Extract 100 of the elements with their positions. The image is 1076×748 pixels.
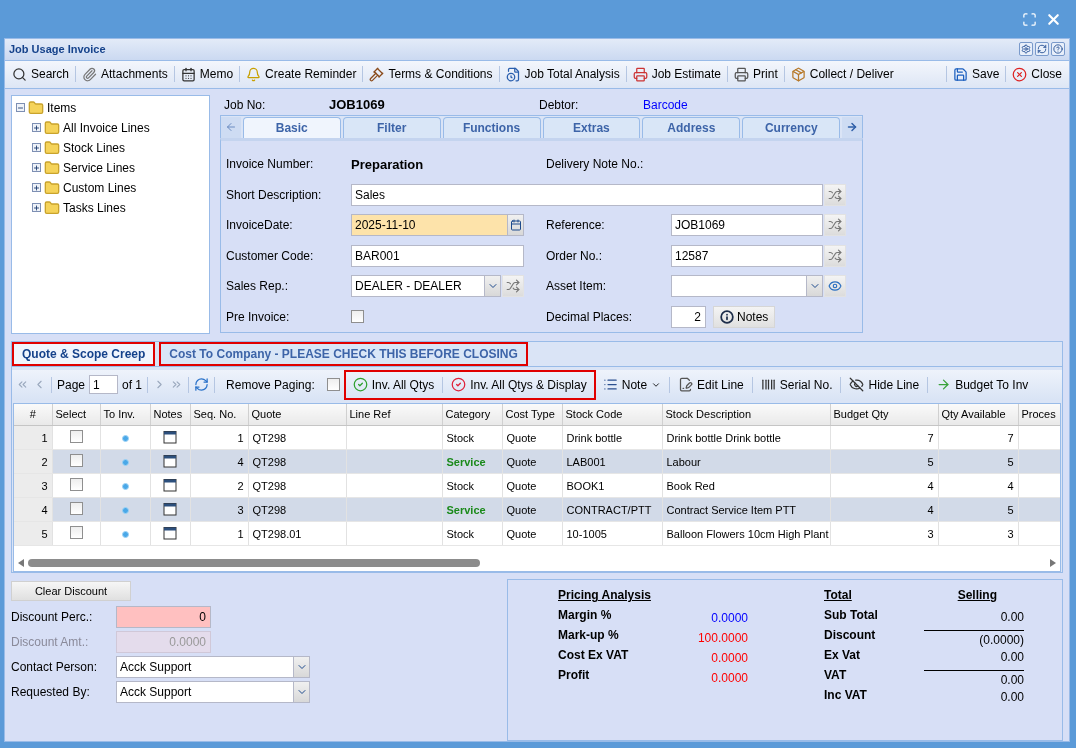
checkbox[interactable] — [69, 478, 83, 492]
toolbar-button[interactable]: Note — [599, 375, 665, 395]
checkbox[interactable] — [326, 378, 340, 392]
toolbar-button[interactable]: Job Estimate — [627, 64, 727, 84]
toolbar-button[interactable]: Inv. All Qtys — [349, 375, 438, 395]
column-header[interactable]: Category — [442, 403, 502, 426]
scroll-left-icon[interactable] — [18, 559, 24, 568]
checkbox[interactable] — [69, 454, 83, 468]
shuffle-icon[interactable] — [824, 214, 846, 237]
number-field[interactable]: 0 — [116, 606, 211, 629]
column-header[interactable]: Proces — [1018, 403, 1060, 426]
dropdown-icon[interactable] — [484, 276, 500, 297]
column-header[interactable]: Stock Code — [562, 403, 662, 426]
debtor-link[interactable]: Barcode — [643, 97, 863, 112]
notes-icon[interactable] — [163, 429, 177, 444]
maximize-icon[interactable] — [1022, 11, 1037, 27]
tab[interactable]: Basic — [242, 116, 341, 138]
scroll-right-icon[interactable] — [842, 116, 862, 138]
table-row[interactable]: 2 4 QT298 Service Quote LAB001 Labour 5 5 — [14, 449, 1060, 474]
number-field[interactable]: 2 — [671, 305, 706, 328]
text-field[interactable]: Sales — [351, 183, 823, 206]
toolbar-button[interactable]: Print — [729, 64, 783, 84]
tree-item[interactable]: Items — [47, 100, 77, 115]
scroll-right-icon[interactable] — [1050, 559, 1056, 568]
column-header[interactable]: Line Ref — [346, 403, 442, 426]
checkbox[interactable] — [69, 526, 83, 540]
toolbar-button[interactable]: Attachments — [77, 64, 173, 84]
checkbox[interactable] — [69, 502, 83, 516]
page-field[interactable]: 1 — [89, 375, 119, 395]
table-row[interactable]: 5 1 QT298.01 Stock Quote 10-1005 Balloon Flowers 10cm High Plant 3 3 — [14, 521, 1060, 546]
column-header[interactable]: # — [14, 403, 52, 426]
table-row[interactable]: 4 3 QT298 Service Quote CONTRACT/PTT Contract Service Item PTT 4 5 — [14, 497, 1060, 522]
column-header[interactable]: Seq. No. — [190, 403, 248, 426]
text-field[interactable]: BAR001 — [351, 244, 524, 267]
checkbox[interactable] — [351, 310, 364, 324]
toolbar-button[interactable]: Job Total Analysis — [500, 64, 625, 84]
select-field[interactable]: DEALER - DEALER — [351, 275, 501, 298]
tab[interactable]: Extras — [542, 116, 641, 138]
toolbar-button[interactable]: Edit Line — [675, 375, 747, 395]
column-header[interactable]: Quote — [248, 403, 346, 426]
tab[interactable]: Quote & Scope Creep — [12, 341, 156, 366]
scrollbar-thumb[interactable] — [28, 559, 480, 568]
column-header[interactable]: Budget Qty — [830, 403, 938, 426]
toolbar-button[interactable]: Search — [7, 64, 75, 84]
tree-item[interactable]: Service Lines — [63, 160, 136, 175]
notes-icon[interactable] — [163, 477, 177, 492]
expand-icon[interactable] — [32, 183, 41, 193]
toolbar-button[interactable]: Budget To Inv — [933, 375, 1032, 395]
expand-icon[interactable] — [32, 203, 41, 213]
toolbar-button[interactable]: Save — [947, 64, 1005, 84]
toolbar-button[interactable]: Inv. All Qtys & Display — [448, 375, 590, 395]
shuffle-icon[interactable] — [824, 244, 846, 267]
toolbar-button[interactable]: Collect / Deliver — [785, 64, 899, 84]
tree-item[interactable]: Custom Lines — [63, 180, 137, 195]
dropdown-icon[interactable] — [293, 657, 309, 678]
dropdown-icon[interactable] — [806, 276, 822, 297]
calendar-icon[interactable] — [507, 215, 523, 236]
toolbar-button[interactable]: Serial No. — [757, 375, 836, 395]
notes-icon[interactable] — [163, 525, 177, 540]
notes-button[interactable]: Notes — [713, 305, 776, 328]
select-field[interactable]: Acck Support — [116, 681, 310, 704]
refresh-icon[interactable] — [1035, 42, 1049, 57]
table-row[interactable]: 3 2 QT298 Stock Quote BOOK1 Book Red 4 4 — [14, 473, 1060, 498]
toolbar-button[interactable]: Terms & Conditions — [364, 64, 498, 84]
column-header[interactable]: Qty Available — [938, 403, 1018, 426]
column-header[interactable]: Select — [52, 403, 100, 426]
tab[interactable]: Filter — [342, 116, 441, 138]
column-header[interactable]: Notes — [150, 403, 190, 426]
toolbar-button[interactable]: Create Reminder — [241, 64, 362, 84]
select-field[interactable]: Acck Support — [116, 656, 310, 679]
help-icon[interactable] — [1051, 42, 1065, 57]
toolbar-button[interactable]: Hide Line — [846, 375, 923, 395]
dropdown-icon[interactable] — [293, 682, 309, 703]
tab[interactable]: Functions — [442, 116, 541, 138]
text-field[interactable]: 12587 — [671, 244, 823, 267]
column-header[interactable]: Stock Description — [662, 403, 830, 426]
expand-icon[interactable] — [32, 143, 41, 153]
notes-icon[interactable] — [163, 501, 177, 516]
collapse-icon[interactable] — [16, 103, 25, 113]
shuffle-icon[interactable] — [502, 275, 524, 298]
settings-icon[interactable] — [1019, 42, 1033, 57]
column-header[interactable]: Cost Type — [502, 403, 562, 426]
table-row[interactable]: 1 1 QT298 Stock Quote Drink bottle Drink bottle Drink bottle 7 7 — [14, 425, 1060, 450]
tree-item[interactable]: Tasks Lines — [63, 200, 126, 215]
column-header[interactable]: To Inv. — [100, 403, 150, 426]
notes-icon[interactable] — [163, 453, 177, 468]
expand-icon[interactable] — [32, 123, 41, 133]
refresh-icon[interactable] — [194, 377, 210, 393]
tree-item[interactable]: Stock Lines — [63, 140, 126, 155]
select-field[interactable] — [671, 275, 823, 298]
tree-item[interactable]: All Invoice Lines — [63, 120, 150, 135]
shuffle-icon[interactable] — [824, 183, 846, 206]
clear-discount-button[interactable]: Clear Discount — [11, 581, 131, 602]
eye-icon[interactable] — [824, 275, 846, 298]
toolbar-button[interactable]: Memo — [175, 64, 239, 84]
tab[interactable]: Cost To Company - PLEASE CHECK THIS BEFORE CLOSING — [159, 341, 528, 366]
tab[interactable]: Address — [642, 116, 741, 138]
text-field[interactable]: JOB1069 — [671, 214, 823, 237]
tab[interactable]: Currency — [742, 116, 841, 138]
date-field[interactable]: 2025-11-10 — [351, 214, 524, 237]
